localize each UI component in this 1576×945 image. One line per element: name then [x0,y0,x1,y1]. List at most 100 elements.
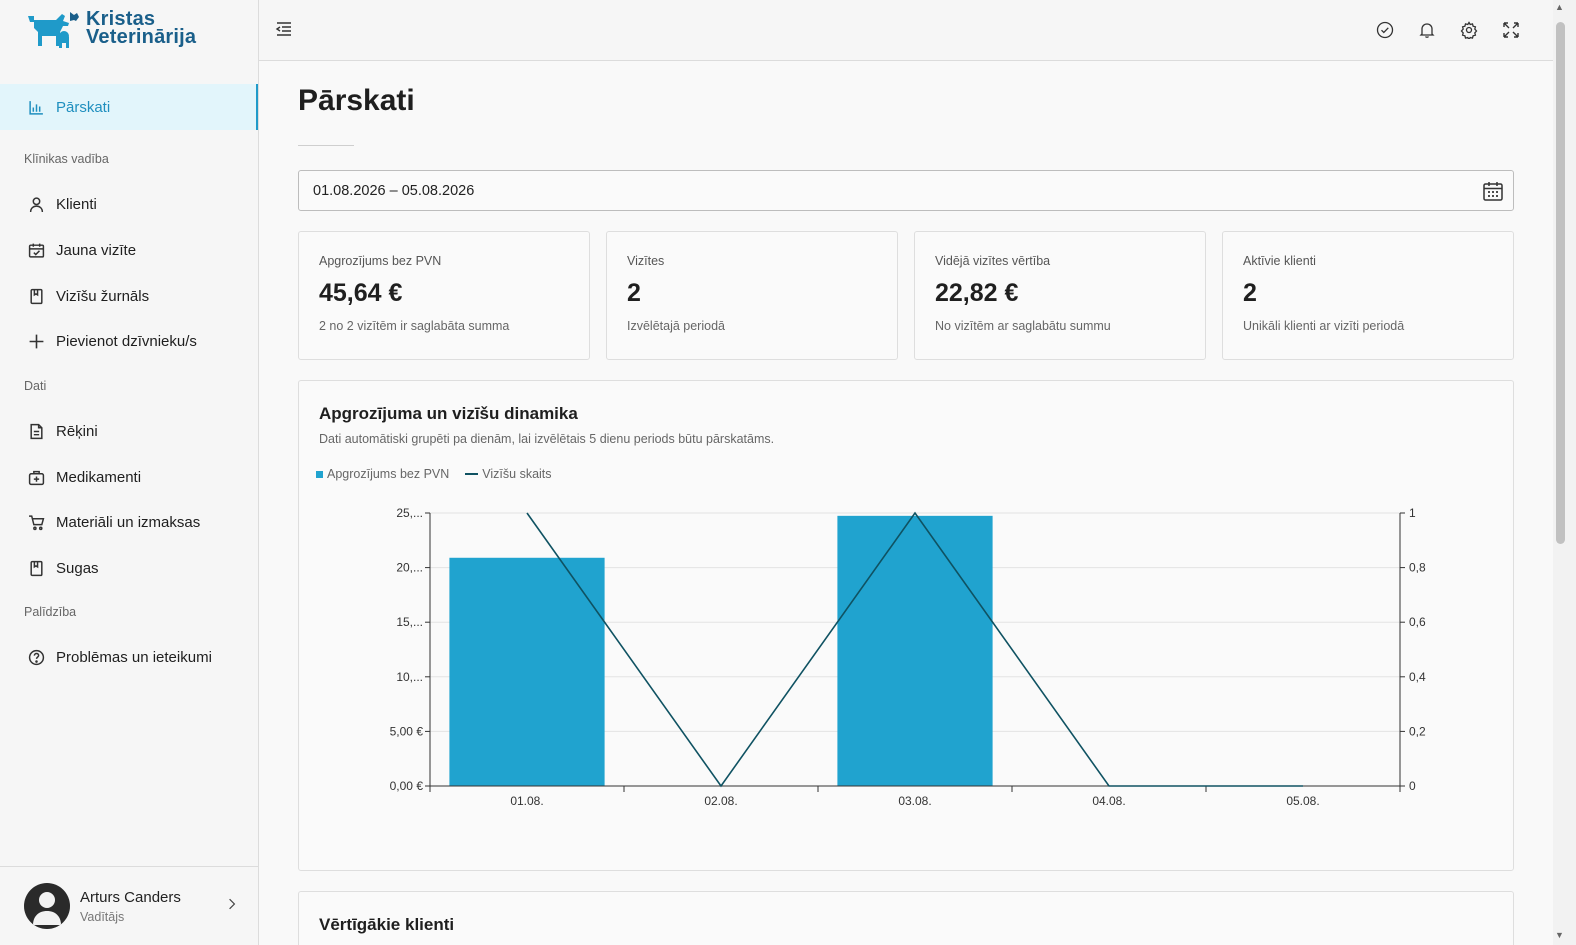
top-header [259,0,1553,61]
y-left-tick-label: 20,... [396,561,423,575]
y-right-tick-label: 1 [1409,506,1416,520]
legend-swatch-line [465,473,479,475]
x-tick-label: 01.08. [510,794,543,808]
avatar [24,883,70,929]
user-silhouette-icon [33,892,61,925]
kpi-value: 45,64 € [319,279,403,307]
check-circle-icon[interactable] [1374,19,1396,41]
bar-revenue-1 [449,557,605,786]
kpi-value: 2 [627,279,641,307]
chart-legend: Apgrozījums bez PVN Vizīšu skaits [316,467,552,481]
kpi-label: Vidējā vizītes vērtība [935,254,1051,268]
sidebar-item-label: Materiāli un izmaksas [56,513,201,531]
scrollbar-thumb[interactable] [1556,22,1565,544]
y-right-tick-label: 0,2 [1409,724,1426,738]
chevron-right-icon[interactable] [228,897,236,915]
date-range-input[interactable]: 01.08.2026 – 05.08.2026 [298,170,1514,211]
kpi-label: Apgrozījums bez PVN [319,254,442,268]
sidebar-item-label: Problēmas un ieteikumi [56,648,212,666]
y-left-tick-label: 0,00 € [390,779,424,793]
user-icon [26,194,46,214]
scroll-down-arrow-icon[interactable]: ▼ [1555,930,1564,940]
section-label-dati: Dati [24,379,47,393]
user-role: Vadītājs [80,909,125,924]
section-label-klinikas-vadiba: Klīnikas vadība [24,152,109,166]
kpi-subtext: Unikāli klienti ar vizīti periodā [1243,319,1405,333]
book-icon [26,558,46,578]
legend-item-visits[interactable]: Vizīšu skaits [482,467,551,481]
calendar-check-icon [26,240,46,260]
brand-logo[interactable]: Kristas Veterinārija [26,9,197,48]
animals-logo-icon [28,12,79,48]
scroll-up-arrow-icon[interactable]: ▲ [1555,2,1564,12]
legend-swatch-bar [316,470,323,478]
sidebar-item-label: Rēķini [56,422,98,440]
kpi-card-active-clients: Aktīvie klienti 2 Unikāli klienti ar viz… [1222,231,1514,360]
user-profile[interactable]: Arturs Canders Vadītājs [0,866,258,945]
kpi-label: Vizītes [627,254,665,268]
chart-card: Apgrozījuma un vizīšu dinamika Dati auto… [298,380,1514,871]
calendar-icon[interactable] [1482,180,1504,202]
sidebar-item-label: Vizīšu žurnāls [56,287,150,305]
document-icon [26,421,46,441]
kpi-card-visits: Vizītes 2 Izvēlētajā periodā [606,231,898,360]
top-clients-title: Vērtīgākie klienti [319,915,455,934]
y-right-tick-label: 0 [1409,779,1416,793]
kpi-card-avg-visit-value: Vidējā vizītes vērtība 22,82 € No vizītē… [914,231,1206,360]
bell-icon[interactable] [1416,19,1438,41]
plus-icon [26,331,46,351]
page-title: Pārskati [298,84,415,117]
y-left-tick-label: 10,... [396,670,423,684]
sidebar-item-jauna-vizite[interactable]: Jauna vizīte [0,227,258,273]
user-name: Arturs Canders [80,888,181,906]
kpi-card-revenue: Apgrozījums bez PVN 45,64 € 2 no 2 vizīt… [298,231,590,360]
chart-card-title: Apgrozījuma un vizīšu dinamika [319,404,578,423]
sidebar-item-label: Pievienot dzīvnieku/s [56,332,197,350]
legend-item-revenue[interactable]: Apgrozījums bez PVN [327,467,449,481]
y-left-tick-label: 5,00 € [390,724,424,738]
y-left-tick-label: 25,... [396,506,423,520]
sidebar-item-parskati[interactable]: Pārskati [0,84,258,130]
sidebar-item-klienti[interactable]: Klienti [0,181,258,227]
sidebar-item-materiali[interactable]: Materiāli un izmaksas [0,499,258,545]
y-right-tick-label: 0,8 [1409,561,1426,575]
date-range-value: 01.08.2026 – 05.08.2026 [313,182,475,199]
fullscreen-icon[interactable] [1500,19,1522,41]
kpi-subtext: 2 no 2 vizītēm ir saglabāta summa [319,319,510,333]
sidebar-item-label: Medikamenti [56,468,142,486]
kpi-label: Aktīvie klienti [1243,254,1316,268]
sidebar: Kristas Veterinārija Pārskati Klīnikas v… [0,0,259,945]
cart-icon [26,512,46,532]
kpi-value: 22,82 € [935,279,1019,307]
kpi-subtext: No vizītēm ar saglabātu summu [935,319,1111,333]
sidebar-item-label: Klienti [56,195,97,213]
chart-card-subtitle: Dati automātiski grupēti pa dienām, lai … [319,432,775,446]
book-icon [26,286,46,306]
bar-chart-icon [26,97,46,117]
y-left-tick-label: 15,... [396,615,423,629]
sidebar-item-label: Sugas [56,559,99,577]
revenue-visits-chart: 0,00 € 5,00 € 10,... 15,... 20,... 25,... 0 0,2… [390,506,1426,808]
y-right-tick-label: 0,6 [1409,615,1426,629]
section-label-palidziba: Palīdzība [24,605,77,619]
sidebar-item-vizisu-zurnals[interactable]: Vizīšu žurnāls [0,273,258,319]
sidebar-item-pievienot-dzivnieku[interactable]: Pievienot dzīvnieku/s [0,318,258,364]
x-tick-label: 03.08. [898,794,931,808]
sidebar-item-sugas[interactable]: Sugas [0,545,258,591]
kpi-value: 2 [1243,279,1257,307]
bar-revenue-3 [837,515,993,786]
sidebar-item-label: Jauna vizīte [56,241,137,259]
sidebar-item-medikamenti[interactable]: Medikamenti [0,454,258,500]
x-tick-label: 05.08. [1286,794,1319,808]
gear-icon[interactable] [1458,19,1480,41]
x-tick-label: 02.08. [704,794,737,808]
sidebar-item-label: Pārskati [56,98,111,116]
brand-name-line2: Veterinārija [86,26,197,48]
kpi-subtext: Izvēlētajā periodā [627,319,725,333]
menu-collapse-icon[interactable] [275,20,295,40]
x-tick-label: 04.08. [1092,794,1125,808]
sidebar-item-rekini[interactable]: Rēķini [0,408,258,454]
y-right-tick-label: 0,4 [1409,670,1426,684]
sidebar-item-problemas[interactable]: Problēmas un ieteikumi [0,634,258,680]
top-clients-card: Vērtīgākie klienti [298,891,1514,945]
